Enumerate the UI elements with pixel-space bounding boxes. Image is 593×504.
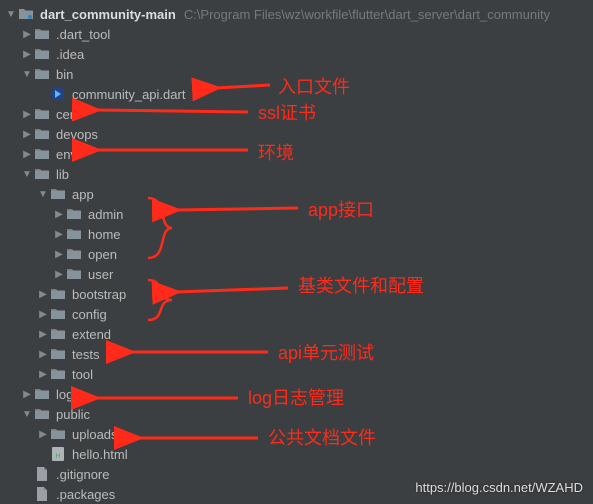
folder-icon <box>34 406 50 422</box>
tree-row-hello.html[interactable]: Hhello.html <box>0 444 593 464</box>
folder-icon <box>50 186 66 202</box>
chevron-down-icon[interactable]: ▼ <box>22 169 32 180</box>
tree-label: devops <box>56 127 98 142</box>
tree-row-log[interactable]: ▶ log <box>0 384 593 404</box>
tree-label: hello.html <box>72 447 128 462</box>
watermark: https://blog.csdn.net/WZAHD <box>415 480 583 495</box>
dart-icon <box>50 86 66 102</box>
chevron-right-icon[interactable]: ▶ <box>22 109 32 120</box>
chevron-right-icon[interactable]: ▶ <box>54 269 64 280</box>
tree-row-tool[interactable]: ▶ tool <box>0 364 593 384</box>
tree-label: open <box>88 247 117 262</box>
chevron-right-icon[interactable]: ▶ <box>22 29 32 40</box>
chevron-right-icon[interactable]: ▶ <box>22 49 32 60</box>
tree-label: public <box>56 407 90 422</box>
tree-label: app <box>72 187 94 202</box>
tree-label: dart_community-main <box>40 7 176 22</box>
html-icon: H <box>50 446 66 462</box>
tree-label: .gitignore <box>56 467 109 482</box>
file-icon <box>34 486 50 502</box>
tree-label: log <box>56 387 73 402</box>
tree-row-.dart_tool[interactable]: ▶ .dart_tool <box>0 24 593 44</box>
folder-icon <box>34 146 50 162</box>
chevron-right-icon[interactable]: ▶ <box>22 149 32 160</box>
svg-text:H: H <box>55 453 60 460</box>
tree-row-project[interactable]: ▼ dart_community-main C:\Program Files\wz\… <box>0 4 593 24</box>
tree-label: config <box>72 307 107 322</box>
chevron-down-icon[interactable]: ▼ <box>22 69 32 80</box>
tree-label: cert <box>56 107 78 122</box>
tree-row-user[interactable]: ▶ user <box>0 264 593 284</box>
file-icon <box>34 466 50 482</box>
tree-label: community_api.dart <box>72 87 185 102</box>
folder-icon <box>34 166 50 182</box>
folder-icon <box>50 326 66 342</box>
chevron-right-icon[interactable]: ▶ <box>38 369 48 380</box>
tree-label: .idea <box>56 47 84 62</box>
chevron-right-icon[interactable]: ▶ <box>54 229 64 240</box>
tree-label: env <box>56 147 77 162</box>
folder-icon <box>66 246 82 262</box>
folder-icon <box>34 26 50 42</box>
chevron-right-icon[interactable]: ▶ <box>22 389 32 400</box>
tree-label: bin <box>56 67 73 82</box>
tree-row-lib[interactable]: ▼ lib <box>0 164 593 184</box>
tree-row-bootstrap[interactable]: ▶ bootstrap <box>0 284 593 304</box>
tree-row-admin[interactable]: ▶ admin <box>0 204 593 224</box>
folder-icon <box>50 306 66 322</box>
folder-icon <box>50 426 66 442</box>
chevron-right-icon[interactable]: ▶ <box>38 289 48 300</box>
folder-icon <box>34 106 50 122</box>
tree-row-bin[interactable]: ▼ bin <box>0 64 593 84</box>
chevron-down-icon[interactable]: ▼ <box>6 9 16 20</box>
chevron-right-icon[interactable]: ▶ <box>38 329 48 340</box>
tree-row-env[interactable]: ▶ env <box>0 144 593 164</box>
tree-row-open[interactable]: ▶ open <box>0 244 593 264</box>
tree-label: tests <box>72 347 99 362</box>
chevron-down-icon[interactable]: ▼ <box>38 189 48 200</box>
tree-label: extend <box>72 327 111 342</box>
chevron-right-icon[interactable]: ▶ <box>38 309 48 320</box>
tree-row-extend[interactable]: ▶ extend <box>0 324 593 344</box>
chevron-right-icon[interactable]: ▶ <box>54 249 64 260</box>
tree-label: lib <box>56 167 69 182</box>
tree-row-app[interactable]: ▼ app <box>0 184 593 204</box>
chevron-right-icon[interactable]: ▶ <box>38 349 48 360</box>
tree-row-.idea[interactable]: ▶ .idea <box>0 44 593 64</box>
folder-icon <box>34 46 50 62</box>
tree-label: tool <box>72 367 93 382</box>
folder-icon <box>34 66 50 82</box>
project-icon <box>18 6 34 22</box>
project-tree[interactable]: ▼ dart_community-main C:\Program Files\wz\… <box>0 0 593 504</box>
folder-icon <box>50 346 66 362</box>
folder-icon <box>66 266 82 282</box>
folder-icon <box>50 366 66 382</box>
tree-row-home[interactable]: ▶ home <box>0 224 593 244</box>
tree-label: .dart_tool <box>56 27 110 42</box>
folder-icon <box>34 386 50 402</box>
tree-label: admin <box>88 207 123 222</box>
tree-label: bootstrap <box>72 287 126 302</box>
chevron-right-icon[interactable]: ▶ <box>54 209 64 220</box>
tree-row-tests[interactable]: ▶ tests <box>0 344 593 364</box>
tree-row-uploads[interactable]: ▶ uploads <box>0 424 593 444</box>
folder-icon <box>34 126 50 142</box>
tree-label: user <box>88 267 113 282</box>
tree-row-public[interactable]: ▼ public <box>0 404 593 424</box>
tree-label: .packages <box>56 487 115 502</box>
tree-row-devops[interactable]: ▶ devops <box>0 124 593 144</box>
folder-icon <box>66 206 82 222</box>
tree-row-community_api.dart[interactable]: community_api.dart <box>0 84 593 104</box>
chevron-right-icon[interactable]: ▶ <box>22 129 32 140</box>
tree-label: uploads <box>72 427 118 442</box>
tree-label: home <box>88 227 121 242</box>
tree-row-cert[interactable]: ▶ cert <box>0 104 593 124</box>
chevron-down-icon[interactable]: ▼ <box>22 409 32 420</box>
project-path: C:\Program Files\wz\workfile\flutter\dar… <box>184 7 550 22</box>
tree-row-config[interactable]: ▶ config <box>0 304 593 324</box>
folder-icon <box>66 226 82 242</box>
folder-icon <box>50 286 66 302</box>
chevron-right-icon[interactable]: ▶ <box>38 429 48 440</box>
